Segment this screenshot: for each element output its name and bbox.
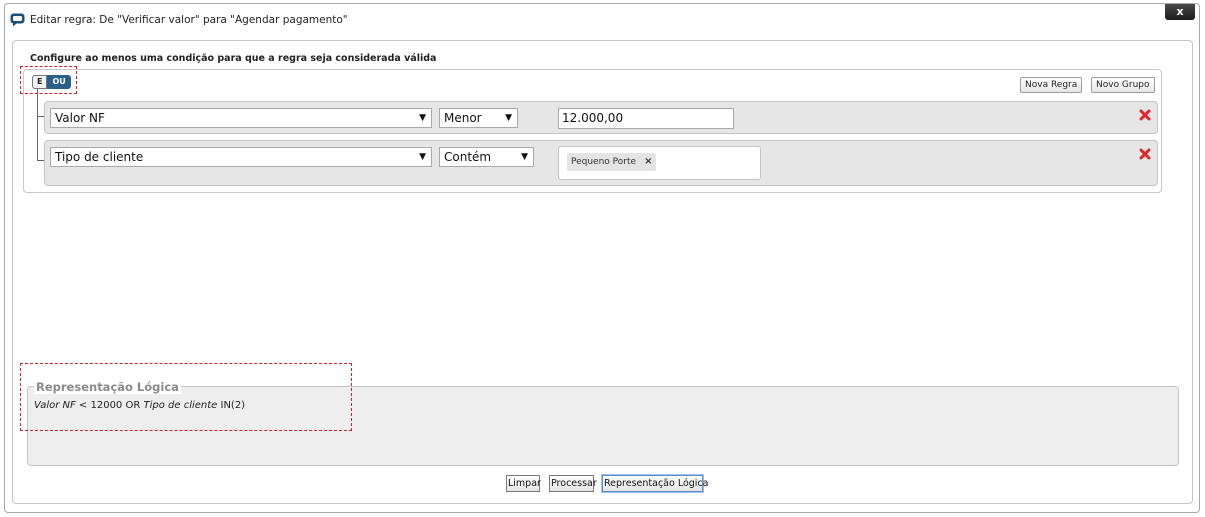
operator-select-value: Contém [444,150,492,164]
rule-row-1: Valor NF ▼ Menor ▼ 12.000,00 [44,101,1158,134]
logic-representation-button[interactable]: Representação Lógica [602,475,708,492]
field-select-value: Valor NF [55,111,105,125]
operator-select-value: Menor [444,111,482,125]
dialog-title: Editar regra: De "Verificar valor" para … [30,14,348,26]
delete-rule-icon[interactable] [1139,109,1151,121]
field-select[interactable]: Tipo de cliente ▼ [50,147,432,167]
tags-input[interactable]: Pequeno Porte × [558,146,761,180]
value-input[interactable]: 12.000,00 [558,108,734,129]
tree-line-vertical [37,89,38,161]
tag-remove-icon[interactable]: × [644,156,652,167]
instruction-text: Configure ao menos uma condição para que… [30,53,437,64]
chevron-down-icon: ▼ [505,113,512,123]
new-group-button[interactable]: Novo Grupo [1091,77,1155,93]
edit-rule-dialog: Editar regra: De "Verificar valor" para … [4,3,1200,513]
chevron-down-icon: ▼ [419,113,426,123]
field-select-value: Tipo de cliente [55,150,144,164]
tag-label: Pequeno Porte [571,157,637,167]
dialog-content: Configure ao menos uma condição para que… [12,40,1193,504]
close-button[interactable]: x [1165,4,1195,20]
highlight-logic-representation [20,363,352,431]
process-button[interactable]: Processar [549,475,597,492]
dialog-titlebar: Editar regra: De "Verificar valor" para … [5,4,1199,34]
chevron-down-icon: ▼ [419,152,426,162]
clear-button[interactable]: Limpar [506,475,541,492]
tag-chip: Pequeno Porte × [567,153,657,171]
chat-bubble-icon [10,13,25,27]
rule-builder: E OU Nova Regra Novo Grupo Valor NF ▼ Me… [23,69,1162,193]
highlight-conjunction [20,66,77,94]
field-select[interactable]: Valor NF ▼ [50,108,432,128]
chevron-down-icon: ▼ [521,152,528,162]
operator-select[interactable]: Contém ▼ [439,147,534,167]
rule-row-2: Tipo de cliente ▼ Contém ▼ Pequeno Porte… [44,140,1158,186]
delete-rule-icon[interactable] [1139,148,1151,160]
operator-select[interactable]: Menor ▼ [439,108,518,128]
new-rule-button[interactable]: Nova Regra [1020,77,1083,93]
